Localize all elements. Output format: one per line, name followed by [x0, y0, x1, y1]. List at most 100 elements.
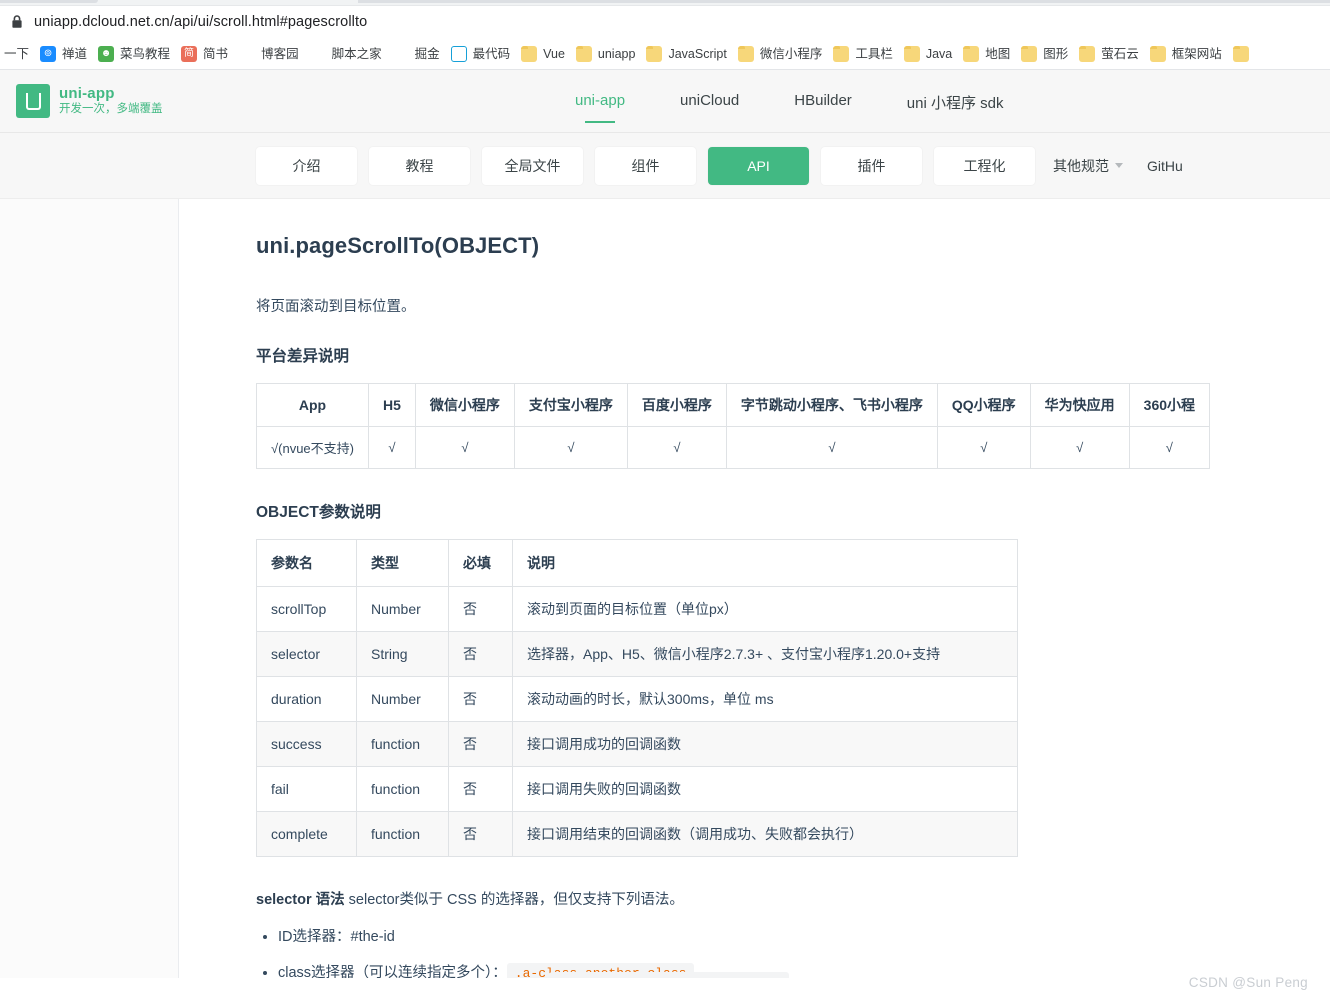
bookmark-item[interactable]: 地图: [959, 44, 1017, 64]
topnav-item-uni-app[interactable]: uni-app: [575, 70, 625, 133]
param-table: 参数名 类型 必填 说明 scrollTop Number 否 滚动到页面的目标…: [256, 539, 1018, 857]
bookmark-item[interactable]: Java: [900, 44, 959, 64]
list-item-label: class选择器（可以连续指定多个）：: [278, 964, 507, 978]
bookmark-item[interactable]: ☻ 菜鸟教程: [94, 44, 177, 64]
bookmark-label: 地图: [985, 46, 1011, 61]
platform-cell: √: [1029, 426, 1130, 469]
platform-header-cell: H5: [367, 383, 416, 427]
param-required-cell: 否: [448, 631, 513, 677]
subnav-item-github[interactable]: GitHu: [1141, 147, 1189, 185]
subnav-item-components[interactable]: 组件: [595, 146, 696, 185]
selector-syntax-list: ID选择器：#the-id class选择器（可以连续指定多个）：.a-clas…: [256, 927, 1330, 978]
site-brand[interactable]: uni-app 开发一次，多端覆盖: [16, 84, 163, 118]
bookmark-item[interactable]: 微信小程序: [734, 44, 830, 64]
platform-header-cell: 微信小程序: [414, 383, 515, 427]
selector-syntax-title: selector 语法: [256, 892, 345, 908]
doc-content: uni.pageScrollTo(OBJECT) 将页面滚动到目标位置。 平台差…: [179, 199, 1330, 978]
bookmark-item[interactable]: 一下: [0, 44, 36, 64]
bookmark-item[interactable]: JavaScript: [642, 44, 733, 64]
folder-icon: [1149, 45, 1166, 62]
param-type-cell: function: [356, 721, 449, 767]
zuidaima-icon: 吗: [450, 45, 467, 62]
bookmark-item[interactable]: 工具栏: [829, 44, 900, 64]
selector-syntax-text: selector类似于 CSS 的选择器，但仅支持下列语法。: [344, 892, 684, 908]
lock-icon: [12, 14, 22, 28]
platform-cell: √: [725, 426, 938, 469]
param-header-cell: 必填: [448, 539, 513, 587]
folder-icon: [1079, 45, 1096, 62]
object-heading: OBJECT参数说明: [256, 504, 381, 521]
bookmark-label: 菜鸟教程: [120, 46, 171, 61]
bookmark-item[interactable]: B 脚本之家: [306, 44, 389, 64]
param-desc-cell: 接口调用成功的回调函数: [512, 721, 1018, 767]
bookmark-item[interactable]: Vue: [517, 44, 572, 64]
param-type-cell: function: [356, 766, 449, 812]
partial-code-snippet-below-fold: [549, 972, 789, 978]
list-item: class选择器（可以连续指定多个）：.a-class.another-clas…: [278, 962, 1330, 978]
bookmark-item[interactable]: 简简书: [177, 44, 235, 64]
platform-cell: √: [1128, 426, 1211, 469]
bookmark-label: 一下: [4, 46, 30, 61]
subnav-item-api[interactable]: API: [708, 146, 809, 185]
param-desc-cell: 滚动到页面的目标位置（单位px）: [512, 586, 1018, 632]
topnav-item-unicloud[interactable]: uniCloud: [680, 70, 739, 133]
topnav-item-uni-sdk[interactable]: uni 小程序 sdk: [907, 70, 1004, 133]
param-type-cell: String: [356, 631, 449, 677]
bookmark-item-overflow[interactable]: [1229, 44, 1262, 64]
uniapp-logo-icon: [16, 84, 50, 118]
site-header: uni-app 开发一次，多端覆盖 uni-app uniCloud HBuil…: [0, 70, 1330, 133]
table-header-row: App H5 微信小程序 支付宝小程序 百度小程序 字节跳动小程序、飞书小程序 …: [256, 383, 1211, 427]
tab-partial-left[interactable]: [0, 0, 98, 3]
bookmark-item[interactable]: 框架网站: [1146, 44, 1229, 64]
bookmark-label: 博客园: [261, 46, 299, 61]
selector-syntax-paragraph: selector 语法 selector类似于 CSS 的选择器，但仅支持下列语…: [256, 888, 1330, 909]
bookmark-item[interactable]: ⅄ 博客园: [235, 44, 306, 64]
platform-header-cell: App: [256, 383, 369, 427]
table-row: duration Number 否 滚动动画的时长，默认300ms，单位 ms: [256, 676, 1018, 722]
bookmark-label: Java: [925, 46, 953, 61]
bookmark-item[interactable]: 吗最代码: [447, 44, 518, 64]
param-name-cell: selector: [256, 631, 357, 677]
address-bar[interactable]: uniapp.dcloud.net.cn/api/ui/scroll.html#…: [0, 6, 1330, 38]
bookmark-item[interactable]: ≫ 掘金: [389, 44, 447, 64]
platform-cell: √: [513, 426, 628, 469]
subnav-item-global-files[interactable]: 全局文件: [482, 146, 583, 185]
bookmark-label: 禅道: [62, 46, 88, 61]
bookmarks-bar: 一下 ⊚ 禅道 ☻ 菜鸟教程 简简书 ⅄ 博客园 B 脚本之家 ≫ 掘金 吗最代码 Vue…: [0, 38, 1330, 70]
platform-heading: 平台差异说明: [256, 348, 350, 365]
bookmark-label: 微信小程序: [759, 46, 823, 61]
platform-cell: √(nvue不支持): [256, 426, 369, 469]
bookmark-item[interactable]: ⊚ 禅道: [36, 44, 94, 64]
zentao-icon: ⊚: [40, 45, 57, 62]
subnav-item-plugins[interactable]: 插件: [821, 146, 922, 185]
subnav-item-tutorial[interactable]: 教程: [369, 146, 470, 185]
param-name-cell: fail: [256, 766, 357, 812]
param-name-cell: scrollTop: [256, 586, 357, 632]
table-row: √(nvue不支持) √ √ √ √ √ √ √ √: [256, 426, 1211, 469]
table-row: selector String 否 选择器，App、H5、微信小程序2.7.3+…: [256, 631, 1018, 677]
bookmark-item[interactable]: uniapp: [572, 44, 643, 64]
subnav-item-other-specs[interactable]: 其他规范: [1047, 147, 1129, 185]
param-name-cell: duration: [256, 676, 357, 722]
param-required-cell: 否: [448, 586, 513, 632]
folder-icon: [833, 45, 850, 62]
topnav-item-hbuilder[interactable]: HBuilder: [794, 70, 852, 133]
bookmark-label: 框架网站: [1171, 46, 1222, 61]
param-required-cell: 否: [448, 766, 513, 812]
param-header-cell: 类型: [356, 539, 449, 587]
subnav-item-engineering[interactable]: 工程化: [934, 146, 1035, 185]
tab-strip: [0, 0, 1330, 6]
folder-icon: [521, 45, 538, 62]
tab-partial-right[interactable]: [358, 0, 1330, 3]
subnav-item-intro[interactable]: 介绍: [256, 146, 357, 185]
cnblogs-icon: ⅄: [239, 45, 256, 62]
table-header-row: 参数名 类型 必填 说明: [256, 539, 1018, 587]
platform-header-cell: 支付宝小程序: [513, 383, 628, 427]
bookmark-item[interactable]: 图形: [1017, 44, 1075, 64]
param-type-cell: Number: [356, 676, 449, 722]
bookmark-item[interactable]: 萤石云: [1075, 44, 1146, 64]
bookmark-label: 脚本之家: [331, 46, 382, 61]
folder-icon: [1021, 45, 1038, 62]
param-type-cell: Number: [356, 586, 449, 632]
brand-text: uni-app 开发一次，多端覆盖: [59, 85, 163, 117]
